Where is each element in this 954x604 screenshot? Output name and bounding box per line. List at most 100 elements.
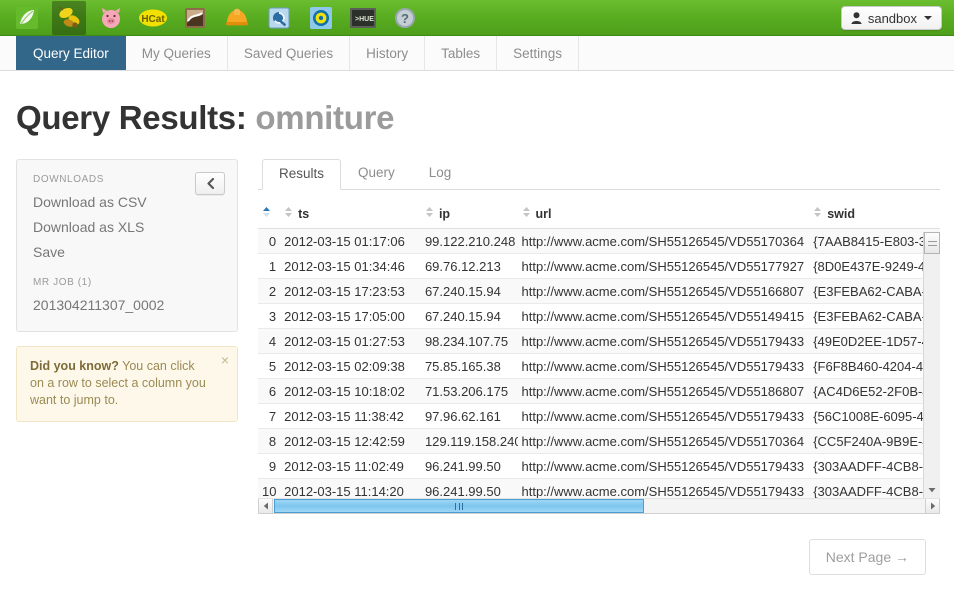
cell-url: http://www.acme.com/SH55126545/VD5517943… (517, 403, 810, 430)
column-label: swid (827, 207, 855, 221)
results-table-body: 0 2012-03-15 01:17:06 99.122.210.248 htt… (258, 228, 940, 498)
vertical-scrollbar[interactable] (923, 232, 940, 498)
cell-url: http://www.acme.com/SH55126545/VD5516680… (517, 278, 810, 305)
cell-ip: 69.76.12.213 (420, 253, 518, 280)
column-header-url[interactable]: url (517, 207, 810, 230)
nav-tab-tables[interactable]: Tables (425, 36, 498, 70)
cell-ip: 71.53.206.175 (420, 378, 518, 405)
hive-bee-icon[interactable] (52, 0, 86, 35)
user-menu-button[interactable]: sandbox (840, 6, 942, 30)
cell-url: http://www.acme.com/SH55126545/VD5517943… (517, 353, 810, 380)
column-label: url (535, 207, 552, 221)
table-row[interactable]: 0 2012-03-15 01:17:06 99.122.210.248 htt… (258, 228, 940, 255)
cell-ip: 98.234.107.75 (420, 328, 518, 355)
scroll-down-button[interactable] (924, 482, 940, 498)
nav-tab-label: Settings (513, 45, 562, 61)
tab-label: Log (428, 165, 452, 180)
cell-ts: 2012-03-15 02:09:38 (280, 353, 421, 380)
horizontal-scrollbar[interactable] (258, 499, 940, 514)
cell-index: 8 (258, 428, 281, 455)
hcat-icon[interactable]: HCat (136, 1, 170, 35)
scroll-left-button[interactable] (259, 499, 273, 513)
cell-ts: 2012-03-15 11:14:20 (280, 478, 421, 498)
page-title-subject: omniture (255, 99, 395, 136)
cell-swid: {F6F8B460-4204-4C: (809, 353, 940, 380)
nav-tab-history[interactable]: History (350, 36, 426, 70)
close-icon[interactable]: × (221, 353, 229, 367)
nav-tab-saved-queries[interactable]: Saved Queries (228, 36, 351, 70)
cell-index: 4 (258, 328, 281, 355)
table-header-row: ts ip url swid (258, 207, 940, 230)
cell-ip: 67.240.15.94 (420, 278, 518, 305)
vertical-scrollbar-thumb[interactable] (924, 232, 940, 254)
cell-url: http://www.acme.com/SH55126545/VD5517792… (517, 253, 810, 280)
cell-ts: 2012-03-15 01:17:06 (280, 228, 421, 255)
cell-url: http://www.acme.com/SH55126545/VD5517036… (517, 228, 810, 255)
table-row[interactable]: 6 2012-03-15 10:18:02 71.53.206.175 http… (258, 378, 940, 405)
results-panel: Results Query Log ts ip url swid 0 2012-… (258, 159, 940, 575)
cell-index: 0 (258, 228, 281, 255)
nav-tab-query-editor[interactable]: Query Editor (16, 36, 126, 70)
did-you-know-tip: × Did you know? You can click on a row t… (16, 346, 238, 422)
save-link[interactable]: Save (33, 244, 221, 260)
mr-job-id[interactable]: 201304211307_0002 (33, 297, 221, 313)
svg-text:HCat: HCat (141, 14, 165, 25)
user-icon (851, 12, 862, 24)
tab-results[interactable]: Results (262, 159, 342, 190)
download-as-csv-link[interactable]: Download as CSV (33, 194, 221, 210)
scroll-right-button[interactable] (925, 499, 939, 513)
nav-tab-my-queries[interactable]: My Queries (126, 36, 228, 70)
job-designer-icon[interactable] (262, 1, 296, 35)
cell-ts: 2012-03-15 11:02:49 (280, 453, 421, 480)
table-row[interactable]: 10 2012-03-15 11:14:20 96.241.99.50 http… (258, 478, 940, 498)
column-header-index[interactable] (258, 207, 281, 230)
sort-asc-active-icon (262, 207, 271, 221)
results-grid: ts ip url swid 0 2012-03-15 01:17:06 99.… (258, 207, 940, 499)
table-row[interactable]: 3 2012-03-15 17:05:00 67.240.15.94 http:… (258, 303, 940, 330)
app-toolbar: HCat >HUE ? sandbox (0, 0, 954, 36)
tab-query[interactable]: Query (341, 158, 412, 189)
cell-ts: 2012-03-15 17:23:53 (280, 278, 421, 305)
pig-icon[interactable] (94, 1, 128, 35)
svg-text:>HUE: >HUE (355, 16, 374, 23)
collapse-sidebar-button[interactable] (195, 172, 225, 195)
table-row[interactable]: 2 2012-03-15 17:23:53 67.240.15.94 http:… (258, 278, 940, 305)
cell-url: http://www.acme.com/SH55126545/VD5517943… (517, 478, 810, 498)
table-row[interactable]: 5 2012-03-15 02:09:38 75.85.165.38 http:… (258, 353, 940, 380)
oozie-icon[interactable] (304, 1, 338, 35)
table-row[interactable]: 4 2012-03-15 01:27:53 98.234.107.75 http… (258, 328, 940, 355)
hue-beeswax-leaf-icon[interactable] (10, 1, 44, 35)
horizontal-scrollbar-thumb[interactable] (274, 499, 644, 513)
next-page-button[interactable]: Next Page → (808, 539, 926, 575)
download-as-xls-link[interactable]: Download as XLS (33, 219, 221, 235)
scrollbar-grip-icon (928, 241, 937, 246)
cell-ts: 2012-03-15 11:38:42 (280, 403, 421, 430)
chevron-left-icon (263, 502, 268, 510)
table-row[interactable]: 9 2012-03-15 11:02:49 96.241.99.50 http:… (258, 453, 940, 480)
cell-index: 5 (258, 353, 281, 380)
table-row[interactable]: 7 2012-03-15 11:38:42 97.96.62.161 http:… (258, 403, 940, 430)
column-header-swid[interactable]: swid (809, 207, 940, 230)
cell-ip: 96.241.99.50 (420, 453, 518, 480)
column-header-ts[interactable]: ts (280, 207, 421, 230)
cell-url: http://www.acme.com/SH55126545/VD5517943… (517, 453, 810, 480)
cell-ip: 75.85.165.38 (420, 353, 518, 380)
nav-tab-label: Saved Queries (243, 45, 334, 61)
column-label: ip (438, 207, 451, 221)
sort-icon (284, 207, 293, 221)
hard-hat-job-browser-icon[interactable] (220, 1, 254, 35)
hue-shell-icon[interactable]: >HUE (346, 1, 380, 35)
help-icon[interactable]: ? (388, 1, 422, 35)
chevron-right-icon (930, 502, 935, 510)
cell-url: http://www.acme.com/SH55126545/VD5514941… (517, 303, 810, 330)
table-row[interactable]: 8 2012-03-15 12:42:59 129.119.158.240 ht… (258, 428, 940, 455)
cell-url: http://www.acme.com/SH55126545/VD5517036… (517, 428, 810, 455)
cell-ip: 67.240.15.94 (420, 303, 518, 330)
table-row[interactable]: 1 2012-03-15 01:34:46 69.76.12.213 http:… (258, 253, 940, 280)
tab-log[interactable]: Log (412, 158, 469, 189)
cell-swid: {7AAB8415-E803-3C (809, 228, 940, 255)
nav-tab-settings[interactable]: Settings (497, 36, 579, 70)
file-browser-icon[interactable] (178, 1, 212, 35)
column-header-ip[interactable]: ip (420, 207, 518, 230)
pager: Next Page → (258, 539, 940, 575)
